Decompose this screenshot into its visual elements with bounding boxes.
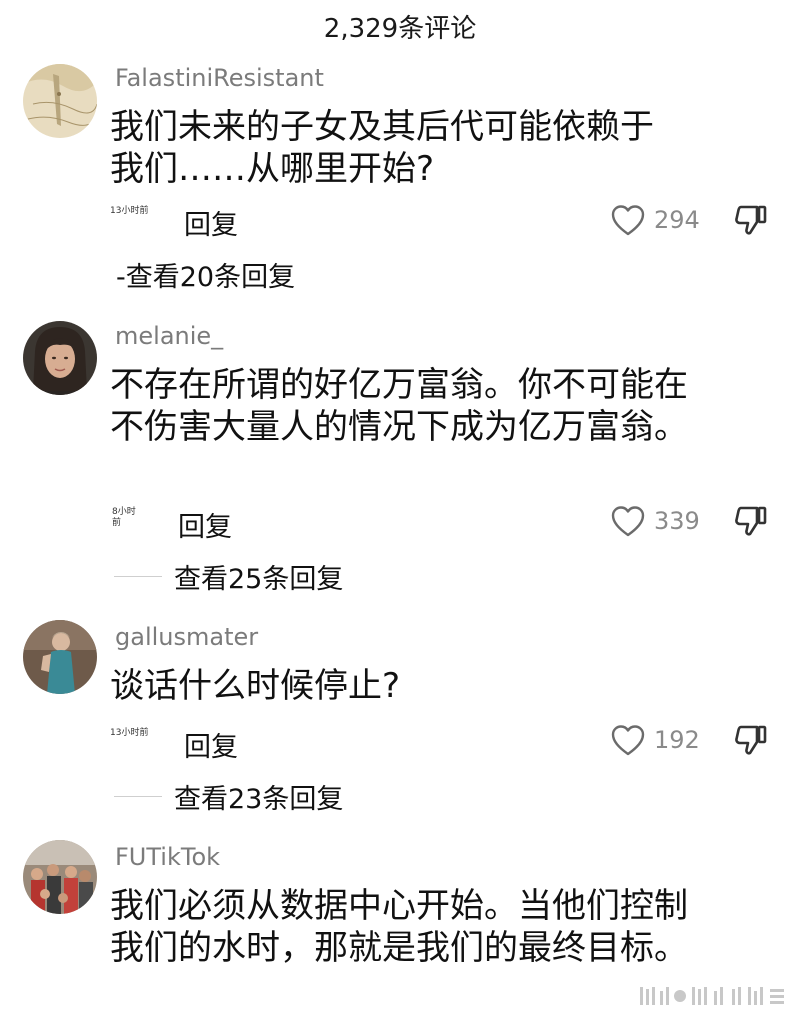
timestamp: 8小时 前 [112,507,152,529]
thumbs-down-icon [735,205,767,235]
reply-button[interactable]: 回复 [178,505,232,544]
comment-text: 我们必须从数据中心开始。当他们控制 我们的水时，那就是我们的最终目标。 [110,885,750,969]
view-replies-label: 查看25条回复 [174,564,344,595]
view-replies-button[interactable]: 查看23条回复 [114,777,343,816]
comment-text-line: 不伤害大量人的情况下成为亿万富翁。 [110,407,688,447]
comments-header: 2,329条评论 [0,0,800,52]
reply-divider-line [114,796,162,797]
heart-outline-icon [611,205,645,236]
reply-divider-line [114,576,162,577]
timestamp-line: 前 [112,518,122,528]
thumbs-down-icon [735,725,767,755]
dislike-button[interactable] [733,722,769,758]
comment-text-line: 我们必须从数据中心开始。当他们控制 [110,886,688,926]
comment-text-line: 我们……从哪里开始? [110,149,435,189]
comment-text-line: 我们未来的子女及其后代可能依赖于 [110,107,654,147]
comment-text-line: 我们的水时，那就是我们的最终目标。 [110,928,688,968]
comment-count-title: 2,329条评论 [323,14,477,44]
comment-text: 不存在所谓的好亿万富翁。你不可能在 不伤害大量人的情况下成为亿万富翁。 [110,364,750,448]
like-count: 339 [654,507,700,535]
username[interactable]: FalastiniResistant [115,64,324,92]
avatar[interactable] [23,321,97,395]
reply-button[interactable]: 回复 [184,725,238,764]
timestamp: 13小时前 [110,728,149,738]
avatar[interactable] [23,64,97,138]
username[interactable]: melanie_ [115,322,223,350]
view-replies-label: 查看23条回复 [174,784,344,815]
username[interactable]: FUTikTok [115,843,220,871]
comment-text-line: 不存在所谓的好亿万富翁。你不可能在 [110,365,688,405]
timestamp-line: 8小时 [112,507,136,517]
like-button[interactable]: 294 [610,200,720,240]
like-button[interactable]: 339 [610,501,720,541]
watermark-graphic [640,985,790,1007]
reply-button[interactable]: 回复 [184,203,238,242]
comment-text: 谈话什么时候停止? [110,665,750,707]
username[interactable]: gallusmater [115,623,258,651]
heart-outline-icon [611,506,645,537]
thumbs-down-icon [735,506,767,536]
like-count: 192 [654,726,700,754]
comment-text-line: 谈话什么时候停止? [110,666,401,706]
heart-outline-icon [611,725,645,756]
comment-text: 我们未来的子女及其后代可能依赖于 我们……从哪里开始? [110,106,750,190]
dislike-button[interactable] [733,202,769,238]
timestamp: 13小时前 [110,206,149,216]
view-replies-button[interactable]: 查看25条回复 [114,557,343,596]
like-button[interactable]: 192 [610,720,720,760]
avatar[interactable] [23,840,97,914]
view-replies-button[interactable]: -查看20条回复 [116,255,295,294]
dislike-button[interactable] [733,503,769,539]
like-count: 294 [654,206,700,234]
avatar[interactable] [23,620,97,694]
